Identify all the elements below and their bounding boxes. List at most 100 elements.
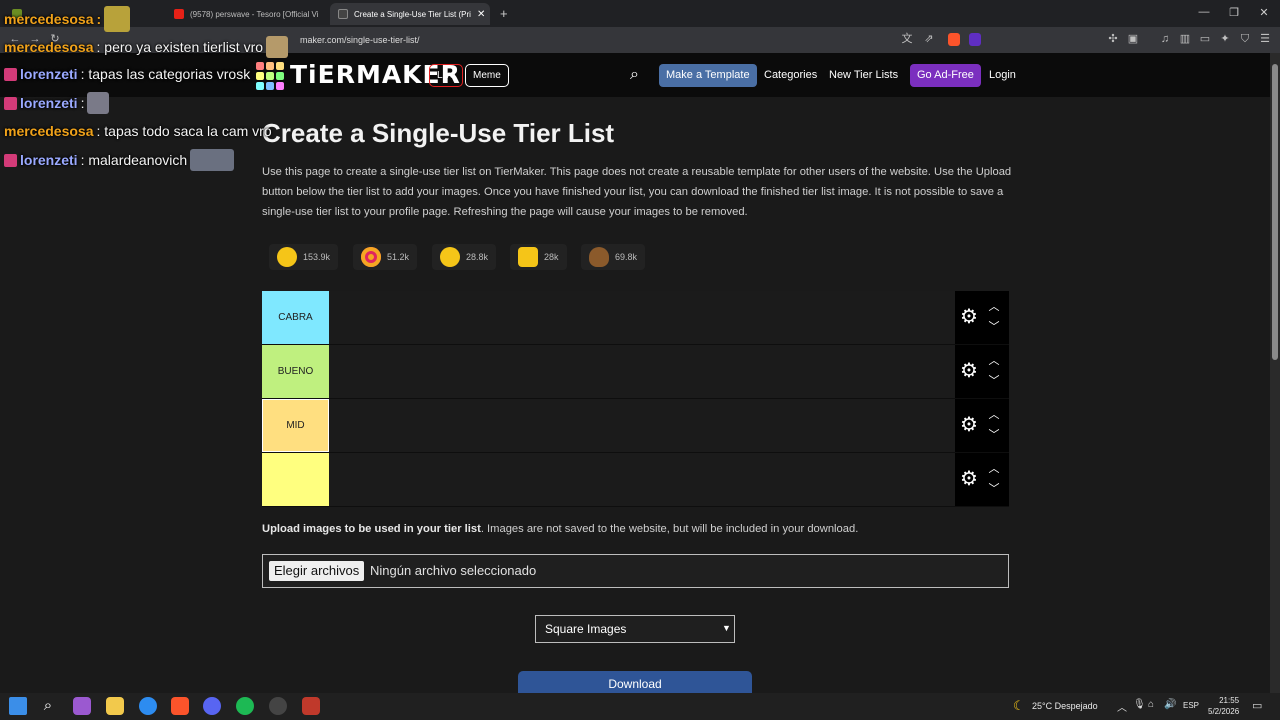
file-explorer-icon[interactable] <box>106 697 124 715</box>
gear-icon[interactable]: ⚙ <box>959 307 979 327</box>
file-status: Ningún archivo seleccionado <box>370 563 537 578</box>
choose-files-button[interactable]: Elegir archivos <box>269 561 365 581</box>
new-tier-lists-link[interactable]: New Tier Lists <box>829 69 898 81</box>
brave-shield-icon[interactable] <box>948 33 960 46</box>
chat-text: : <box>80 95 85 111</box>
discord-icon[interactable] <box>203 697 221 715</box>
close-window-button[interactable]: ✕ <box>1257 6 1271 19</box>
tier-drop-zone[interactable] <box>329 453 955 506</box>
raised-hands-emoji-icon <box>518 247 538 267</box>
tier-drop-zone[interactable] <box>329 291 955 344</box>
weather-moon-icon: ☾ <box>1013 698 1025 713</box>
tier-label[interactable] <box>262 453 329 506</box>
mod-badge-icon <box>4 67 17 81</box>
gear-icon[interactable]: ⚙ <box>959 415 979 435</box>
chat-username: lorenzeti <box>20 152 78 168</box>
screenshot-icon[interactable]: ▣ <box>1126 32 1140 46</box>
chat-username: mercedesosa <box>4 11 94 27</box>
tier-drop-zone[interactable] <box>329 399 955 452</box>
tier-controls: ⚙ ︿ ﹀ <box>955 453 1009 506</box>
share-icon[interactable]: ⇗ <box>922 32 936 46</box>
go-ad-free-button[interactable]: Go Ad-Free <box>910 64 981 87</box>
meme-button[interactable]: Meme <box>465 64 509 87</box>
move-up-icon[interactable]: ︿ <box>987 301 1001 313</box>
app-icon[interactable] <box>302 697 320 715</box>
translate-icon[interactable]: 文 <box>900 32 914 46</box>
chat-emote-icon <box>266 36 289 58</box>
chat-message: mercedesosa: pero ya existen tierlist vr… <box>4 36 289 58</box>
chat-text: : tapas todo saca la cam vro <box>96 123 272 139</box>
chat-message: lorenzeti: malardeanovich <box>4 149 235 171</box>
move-down-icon[interactable]: ﹀ <box>987 375 1001 387</box>
move-down-icon[interactable]: ﹀ <box>987 321 1001 333</box>
windows-start-icon[interactable] <box>9 697 27 715</box>
tier-drop-zone[interactable] <box>329 345 955 398</box>
reaction-laugh[interactable]: 28.8k <box>432 244 497 270</box>
vpn-icon[interactable]: ⛉ <box>1238 32 1252 46</box>
menu-icon[interactable]: ☰ <box>1258 32 1272 46</box>
reaction-raised-hands[interactable]: 28k <box>510 244 567 270</box>
chat-text: : malardeanovich <box>80 152 188 168</box>
obs-icon[interactable] <box>269 697 287 715</box>
tab-close-icon[interactable]: ✕ <box>477 9 485 20</box>
login-link[interactable]: Login <box>989 69 1016 81</box>
mod-badge-icon <box>4 96 17 110</box>
reaction-smile[interactable]: 153.9k <box>269 244 339 270</box>
gear-icon[interactable]: ⚙ <box>959 469 979 489</box>
categories-link[interactable]: Categories <box>764 69 817 81</box>
live-button[interactable]: Live <box>429 64 464 87</box>
reaction-count: 28.8k <box>466 252 489 262</box>
browser-tab-active[interactable]: Create a Single-Use Tier List (Pri ✕ <box>330 3 490 25</box>
copilot-icon[interactable] <box>73 697 91 715</box>
chat-emote-icon <box>104 6 131 32</box>
reaction-count: 51.2k <box>387 252 410 262</box>
language-indicator[interactable]: ESP <box>1183 701 1199 710</box>
browser-app-icon[interactable] <box>139 697 157 715</box>
tier-label[interactable]: CABRA <box>262 291 329 344</box>
search-icon[interactable]: ⌕ <box>630 66 639 84</box>
maximize-button[interactable]: ❐ <box>1227 6 1241 19</box>
leo-icon[interactable]: ✦ <box>1218 32 1232 46</box>
reaction-count: 153.9k <box>303 252 331 262</box>
media-icon[interactable]: ♫ <box>1158 32 1172 46</box>
chat-emote-icon <box>190 149 235 171</box>
extensions-icon[interactable]: ✣ <box>1106 32 1120 46</box>
reaction-heart-eyes[interactable]: 51.2k <box>353 244 418 270</box>
make-template-button[interactable]: Make a Template <box>659 64 757 87</box>
microphone-icon[interactable]: 🎙 <box>1133 699 1146 710</box>
tray-chevron-icon[interactable]: ︿ <box>1117 699 1127 714</box>
clock[interactable]: 21:55 5/2/2026 <box>1208 695 1239 717</box>
move-down-icon[interactable]: ﹀ <box>987 483 1001 495</box>
minimize-button[interactable]: — <box>1197 6 1211 18</box>
download-button[interactable]: Download <box>518 671 752 693</box>
brave-app-icon[interactable] <box>171 697 189 715</box>
laugh-emoji-icon <box>440 247 460 267</box>
chat-message: lorenzeti: tapas las categorias vrosk <box>4 66 250 82</box>
gear-icon[interactable]: ⚙ <box>959 361 979 381</box>
image-shape-select[interactable]: Square Images <box>535 615 735 643</box>
sidebar-icon[interactable]: ▥ <box>1178 32 1192 46</box>
url-field[interactable]: maker.com/single-use-tier-list/ <box>300 32 920 48</box>
spotify-icon[interactable] <box>236 697 254 715</box>
volume-icon[interactable]: 🔊 <box>1164 699 1176 710</box>
chat-message: lorenzeti: <box>4 92 110 114</box>
new-tab-button[interactable]: + <box>500 6 508 21</box>
browser-tab-1[interactable]: (9578) perswave - Tesoro [Official Vi <box>166 3 326 25</box>
move-up-icon[interactable]: ︿ <box>987 355 1001 367</box>
notifications-icon[interactable]: ▭ <box>1252 699 1262 712</box>
wallet-icon[interactable]: ▭ <box>1198 32 1212 46</box>
network-icon[interactable]: ⌂ <box>1148 699 1154 710</box>
reaction-poop[interactable]: 69.8k <box>581 244 646 270</box>
weather-status[interactable]: 25°C Despejado <box>1032 701 1098 711</box>
scrollbar-thumb[interactable] <box>1272 64 1278 360</box>
tier-label[interactable]: BUENO <box>262 345 329 398</box>
search-taskbar-icon[interactable]: ⌕ <box>39 697 57 715</box>
move-down-icon[interactable]: ﹀ <box>987 429 1001 441</box>
move-up-icon[interactable]: ︿ <box>987 463 1001 475</box>
tab-label: (9578) perswave - Tesoro [Official Vi <box>190 9 319 19</box>
chat-emote-icon <box>87 92 110 114</box>
tier-label-editing[interactable]: MID <box>262 399 329 452</box>
brave-rewards-icon[interactable] <box>969 33 981 46</box>
move-up-icon[interactable]: ︿ <box>987 409 1001 421</box>
tiermaker-logo-icon[interactable] <box>256 62 284 90</box>
